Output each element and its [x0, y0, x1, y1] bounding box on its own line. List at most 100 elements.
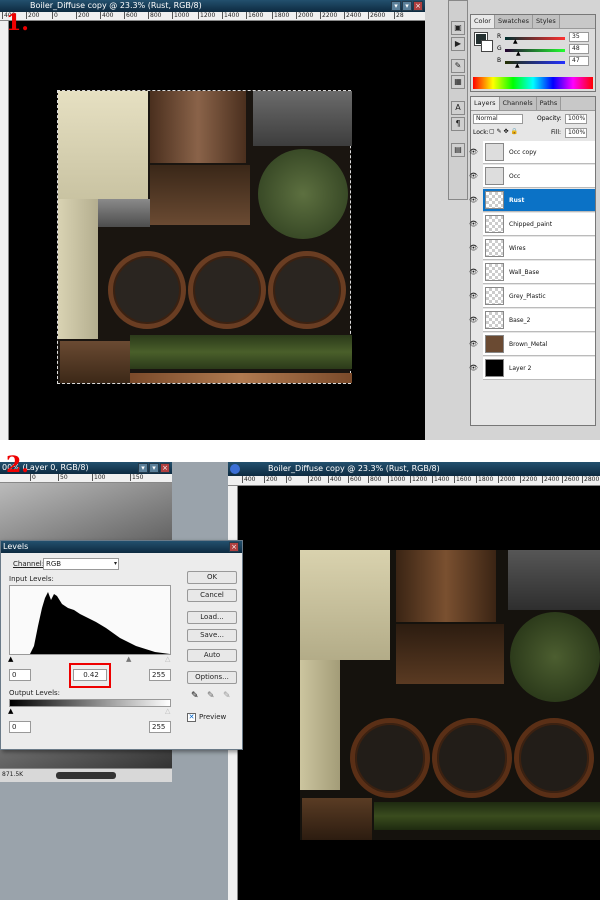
green-rust-dial — [510, 612, 600, 702]
layer-thumbnail — [485, 359, 504, 377]
levels-dialog: Levels × Channel: RGB ▾ Input Levels: ▲ … — [0, 540, 243, 750]
b-label: B — [497, 57, 502, 64]
histogram — [9, 585, 171, 655]
close-icon[interactable]: × — [413, 1, 423, 11]
lock-icons[interactable]: ▢ ✎ ✥ 🔒 — [489, 128, 518, 135]
rust-ring-left — [350, 718, 430, 798]
tab-styles[interactable]: Styles — [533, 15, 560, 28]
brush-icon[interactable]: ✎ — [451, 59, 465, 73]
preview-checkbox[interactable]: ✕ — [187, 713, 196, 722]
eye-icon[interactable]: 👁 — [469, 148, 478, 156]
eye-icon[interactable]: 👁 — [469, 172, 478, 180]
layer-name: Grey_Plastic — [509, 293, 546, 300]
tab-color[interactable]: Color — [471, 15, 495, 28]
layer-row[interactable]: 👁 Chipped_paint — [469, 213, 595, 236]
eye-icon[interactable]: 👁 — [469, 196, 478, 204]
r-value-field[interactable]: 35 — [569, 32, 589, 42]
layer-row[interactable]: 👁 Wires — [469, 237, 595, 260]
histogram-graph — [10, 592, 170, 654]
close-icon[interactable]: × — [160, 463, 170, 473]
layer-thumbnail — [485, 263, 504, 281]
output-black-field[interactable]: 0 — [9, 721, 31, 733]
paragraph-icon[interactable]: ¶ — [451, 117, 465, 131]
top-vertical-ruler — [0, 21, 9, 440]
b-slider-thumb[interactable]: ▲ — [515, 62, 520, 69]
g-slider-thumb[interactable]: ▲ — [516, 50, 521, 57]
eyedropper-black-icon[interactable]: ✎ — [191, 691, 199, 701]
layer-row[interactable]: 👁 Grey_Plastic — [469, 285, 595, 308]
minimize-icon[interactable]: ▾ — [138, 463, 148, 473]
eye-icon[interactable]: 👁 — [469, 292, 478, 300]
b-slider-track[interactable] — [505, 61, 565, 64]
tab-paths[interactable]: Paths — [536, 97, 562, 110]
ok-button[interactable]: OK — [187, 571, 237, 584]
r-slider-thumb[interactable]: ▲ — [513, 38, 518, 45]
output-white-field[interactable]: 255 — [149, 721, 171, 733]
eyedropper-white-icon[interactable]: ✎ — [223, 691, 231, 701]
layer-row[interactable]: 👁 Occ copy — [469, 141, 595, 164]
move-icon[interactable]: ▣ — [451, 21, 465, 35]
blend-mode-select[interactable]: Normal — [473, 114, 523, 124]
maximize-icon[interactable]: ▾ — [402, 1, 412, 11]
white-point-slider[interactable]: △ — [165, 655, 170, 663]
eye-icon[interactable]: 👁 — [469, 268, 478, 276]
layer-row[interactable]: 👁 Layer 2 — [469, 357, 595, 380]
play-icon[interactable]: ▶ — [451, 37, 465, 51]
opacity-field[interactable]: 100% — [565, 114, 587, 124]
eye-icon[interactable]: 👁 — [469, 244, 478, 252]
color-panel-tabs: Color Swatches Styles — [471, 15, 595, 29]
horizontal-scrollbar[interactable] — [56, 772, 116, 779]
layer-row[interactable]: 👁 Brown_Metal — [469, 333, 595, 356]
levels-titlebar[interactable]: Levels × — [1, 541, 242, 553]
color-spectrum-bar[interactable] — [473, 77, 593, 89]
layers-icon[interactable]: ▦ — [451, 75, 465, 89]
b-value-field[interactable]: 47 — [569, 56, 589, 66]
close-icon[interactable]: × — [229, 542, 239, 552]
tab-swatches[interactable]: Swatches — [494, 15, 534, 28]
bottom-section: 00% (Layer 0, RGB/8) ▾ ▾ × 0 50 100 150 … — [0, 453, 600, 900]
background-swatch[interactable] — [481, 40, 493, 52]
g-slider-track[interactable] — [505, 49, 565, 52]
tool-strip: ▣ ▶ ✎ ▦ A ¶ ▤ — [448, 0, 468, 200]
bottom-right-titlebar[interactable]: Boiler_Diffuse copy @ 23.3% (Rust, RGB/8… — [228, 462, 600, 476]
layer-thumbnail — [485, 335, 504, 353]
g-value-field[interactable]: 48 — [569, 44, 589, 54]
layer-name: Layer 2 — [509, 365, 532, 372]
cancel-button[interactable]: Cancel — [187, 589, 237, 602]
channel-select[interactable]: RGB ▾ — [43, 558, 119, 570]
layer-row[interactable]: 👁 Base_2 — [469, 309, 595, 332]
type-icon[interactable]: A — [451, 101, 465, 115]
save-button[interactable]: Save... — [187, 629, 237, 642]
opacity-label: Opacity: — [537, 115, 562, 122]
minimize-icon[interactable]: ▾ — [391, 1, 401, 11]
tab-channels[interactable]: Channels — [499, 97, 537, 110]
auto-button[interactable]: Auto — [187, 649, 237, 662]
note-icon[interactable]: ▤ — [451, 143, 465, 157]
eye-icon[interactable]: 👁 — [469, 220, 478, 228]
gamma-slider[interactable]: ▲ — [126, 655, 131, 663]
layer-row[interactable]: 👁 Occ — [469, 165, 595, 188]
input-black-field[interactable]: 0 — [9, 669, 31, 681]
layer-row[interactable]: 👁 Wall_Base — [469, 261, 595, 284]
tab-layers[interactable]: Layers — [471, 97, 500, 110]
eye-icon[interactable]: 👁 — [469, 364, 478, 372]
black-point-slider[interactable]: ▲ — [8, 655, 13, 663]
eye-icon[interactable]: 👁 — [469, 340, 478, 348]
output-white-slider[interactable]: △ — [165, 707, 170, 715]
bottom-right-ruler: 400 200 0 200 400 600 800 1000 1200 1400… — [228, 476, 600, 486]
brown-box — [150, 165, 250, 225]
layer-thumbnail — [485, 287, 504, 305]
maximize-icon[interactable]: ▾ — [149, 463, 159, 473]
grey-pipe-block — [98, 199, 150, 227]
options-button[interactable]: Options... — [187, 671, 237, 684]
fill-field[interactable]: 100% — [565, 128, 587, 138]
top-window-titlebar[interactable]: Boiler_Diffuse copy @ 23.3% (Rust, RGB/8… — [0, 0, 425, 12]
layer-row-selected[interactable]: 👁 Rust — [469, 189, 595, 212]
load-button[interactable]: Load... — [187, 611, 237, 624]
layer-thumbnail — [485, 167, 504, 185]
output-black-slider[interactable]: ▲ — [8, 707, 13, 715]
layer-name: Rust — [509, 197, 525, 204]
eyedropper-gray-icon[interactable]: ✎ — [207, 691, 215, 701]
eye-icon[interactable]: 👁 — [469, 316, 478, 324]
input-white-field[interactable]: 255 — [149, 669, 171, 681]
